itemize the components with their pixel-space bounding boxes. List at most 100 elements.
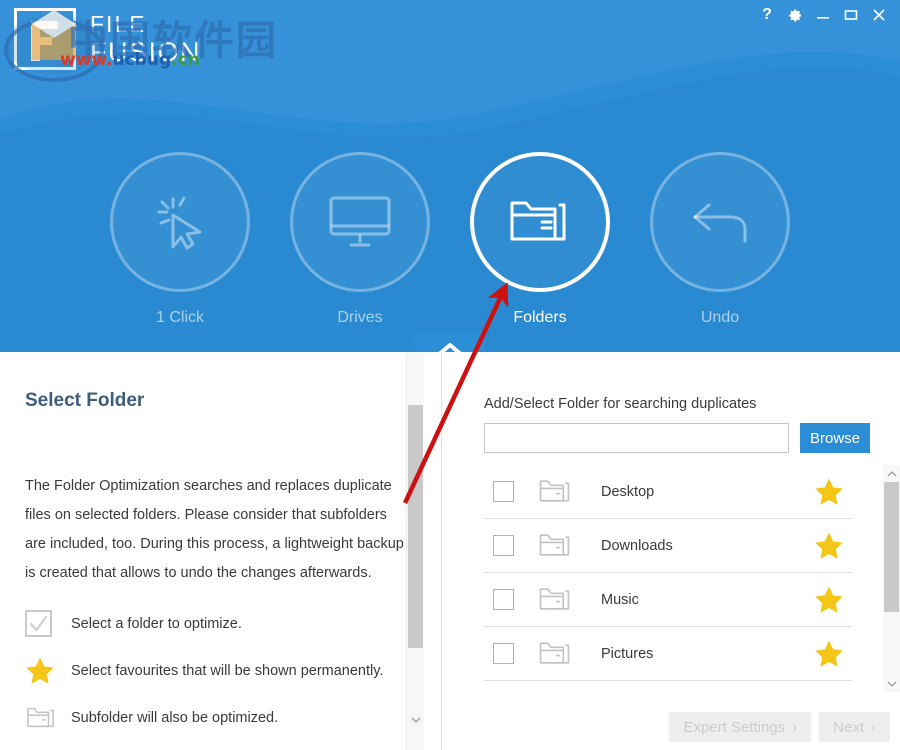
favourite-toggle[interactable] <box>814 585 844 614</box>
checkbox-checked-icon <box>25 610 52 637</box>
brand-text: FILE FUSION <box>90 10 201 66</box>
left-scrollbar-down-button[interactable] <box>407 711 424 728</box>
nav-item-drives[interactable]: Drives <box>270 152 450 327</box>
legend-item-favourites: Select favourites that will be shown per… <box>25 647 415 694</box>
legend-icon-wrap <box>25 610 71 637</box>
nav-label-drives: Drives <box>337 309 383 326</box>
folder-checkbox[interactable] <box>493 535 514 556</box>
folder-checkbox[interactable] <box>493 643 514 664</box>
legend-icon-wrap <box>25 656 71 685</box>
nav-label-undo: Undo <box>700 309 740 326</box>
legend-item-select-folder: Select a folder to optimize. <box>25 600 415 647</box>
content-area: Select Folder The Folder Optimization se… <box>0 352 900 750</box>
nav-item-folders[interactable]: Folders <box>450 152 630 327</box>
folder-icon-wrap <box>537 476 573 507</box>
folder-icon-wrap <box>537 584 573 615</box>
folders-small-icon <box>539 588 570 610</box>
expert-settings-button[interactable]: Expert Settings › <box>669 712 812 742</box>
legend-list: Select a folder to optimize. Select favo… <box>25 600 415 741</box>
maximize-button[interactable] <box>838 2 864 28</box>
close-icon <box>873 9 885 21</box>
nav-label-one-click: 1 Click <box>155 309 204 326</box>
folder-name: Music <box>601 591 639 608</box>
minimize-icon <box>817 17 829 19</box>
list-item[interactable]: Pictures <box>484 627 852 681</box>
footer-buttons: Expert Settings › Next › <box>669 712 890 742</box>
favourite-toggle[interactable] <box>814 477 844 506</box>
list-item[interactable] <box>484 681 852 692</box>
logo-mark-icon <box>14 8 76 70</box>
chevron-down-icon <box>887 681 896 687</box>
star-icon <box>815 532 843 559</box>
folder-selection-panel: Add/Select Folder for searching duplicat… <box>460 352 900 750</box>
folder-input-label: Add/Select Folder for searching duplicat… <box>484 396 757 412</box>
list-item[interactable]: Music <box>484 573 852 627</box>
monitor-icon <box>329 196 391 247</box>
panel-divider <box>441 352 442 750</box>
main-navigation: 1 Click Drives Folders Undo <box>0 152 900 327</box>
folder-checkbox[interactable] <box>493 589 514 610</box>
settings-button[interactable] <box>782 2 808 28</box>
info-panel: Select Folder The Folder Optimization se… <box>0 352 424 750</box>
legend-text-subfolder: Subfolder will also be optimized. <box>71 709 279 726</box>
folder-list-scroll-down-button[interactable] <box>883 675 900 692</box>
chevron-right-icon: › <box>871 718 876 736</box>
folder-list-scrollbar[interactable] <box>883 465 900 692</box>
panel-description: The Folder Optimization searches and rep… <box>25 478 404 581</box>
folder-name: Desktop <box>601 483 655 500</box>
list-item[interactable]: Downloads <box>484 519 852 573</box>
folder-list-inner: Desktop Downloads Music Pictures <box>484 465 852 692</box>
gear-icon <box>788 9 801 21</box>
folders-small-icon <box>539 642 570 664</box>
nav-circle-drives[interactable] <box>290 152 430 292</box>
list-item[interactable]: Desktop <box>484 465 852 519</box>
minimize-button[interactable] <box>810 2 836 28</box>
nav-item-undo[interactable]: Undo <box>630 152 810 327</box>
legend-item-subfolder: Subfolder will also be optimized. <box>25 694 415 741</box>
next-button[interactable]: Next › <box>819 712 890 742</box>
star-icon <box>26 657 54 684</box>
nav-circle-undo[interactable] <box>650 152 790 292</box>
brand-line-1: FILE <box>90 10 147 37</box>
legend-icon-wrap <box>25 704 71 732</box>
folder-list-scrollbar-thumb[interactable] <box>884 482 899 612</box>
nav-circle-folders[interactable] <box>470 152 610 292</box>
folder-checkbox[interactable] <box>493 481 514 502</box>
undo-arrow-icon <box>693 203 747 243</box>
window-controls: ? <box>754 2 892 28</box>
folder-list-scroll-up-button[interactable] <box>883 465 900 482</box>
nav-circle-one-click[interactable] <box>110 152 250 292</box>
help-icon: ? <box>762 6 772 23</box>
star-icon <box>815 586 843 613</box>
nav-item-one-click[interactable]: 1 Click <box>90 152 270 327</box>
favourite-toggle[interactable] <box>814 639 844 668</box>
next-label: Next <box>833 718 864 736</box>
star-icon <box>815 640 843 667</box>
help-button[interactable]: ? <box>754 2 780 28</box>
file-fusion-window: ? FILE FUSION 中国软件园 www.ucbug.cn 1 Click… <box>0 0 900 750</box>
folder-name: Pictures <box>601 645 654 662</box>
folders-small-icon <box>539 480 570 502</box>
app-logo: FILE FUSION <box>14 8 201 70</box>
chevron-up-icon <box>438 343 462 352</box>
folder-icon-wrap <box>537 530 573 561</box>
folder-icon-wrap <box>537 638 573 669</box>
star-icon <box>815 478 843 505</box>
folders-small-icon <box>27 707 54 727</box>
folder-list: Desktop Downloads Music Pictures <box>484 465 870 692</box>
folder-path-input[interactable] <box>484 423 789 453</box>
left-scrollbar-thumb[interactable] <box>408 405 423 648</box>
favourite-toggle[interactable] <box>814 531 844 560</box>
folders-small-icon <box>539 534 570 556</box>
expert-settings-label: Expert Settings <box>683 718 786 736</box>
chevron-right-icon: › <box>792 718 798 736</box>
folder-name: Downloads <box>601 537 673 554</box>
collapse-header-button[interactable] <box>412 332 488 352</box>
maximize-icon <box>844 10 858 20</box>
browse-button[interactable]: Browse <box>800 423 870 453</box>
cursor-click-icon <box>157 196 202 250</box>
left-panel-scrollbar[interactable] <box>406 352 424 750</box>
close-button[interactable] <box>866 2 892 28</box>
app-header: ? FILE FUSION 中国软件园 www.ucbug.cn 1 Click… <box>0 0 900 352</box>
folders-icon <box>510 201 566 241</box>
